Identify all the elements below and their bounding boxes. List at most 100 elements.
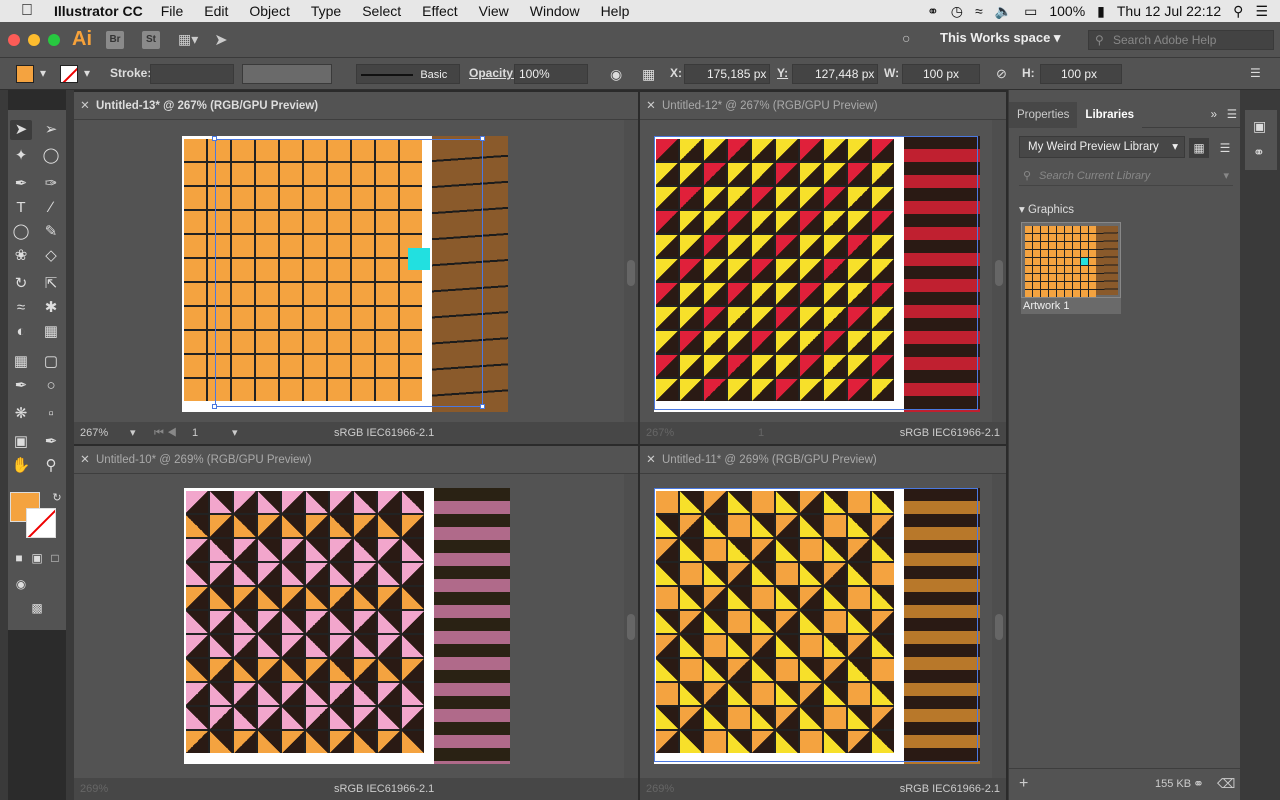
column-graph-tool-icon[interactable]: ▫ [40,404,62,424]
libraries-dock-icon[interactable]: ▣ [1253,118,1266,135]
reference-point-icon[interactable]: ▦ [642,66,655,83]
menu-select[interactable]: Select [362,3,401,19]
stroke-color-box[interactable] [26,508,56,538]
menu-view[interactable]: View [479,3,509,19]
selection-handle[interactable] [212,404,217,409]
perspective-grid-tool-icon[interactable]: ▦ [40,322,62,342]
artboard-number[interactable]: 1 [758,422,764,444]
rotate-tool-icon[interactable]: ↻ [10,274,32,294]
close-tab-icon[interactable]: ✕ [74,92,96,120]
height-field[interactable]: 100 px [1040,64,1122,84]
screen-mode-icon[interactable]: ▩ [26,598,48,618]
selection-handle[interactable] [480,404,485,409]
mesh-tool-icon[interactable]: ▦ [10,352,32,372]
stroke-swatch[interactable] [60,65,78,83]
artboard-nav-icon[interactable]: ⏮ ◀ [154,422,177,444]
constrain-proportions-icon[interactable]: ⊘ [996,66,1007,82]
eraser-tool-icon[interactable]: ◇ [40,246,62,266]
vertical-scrollbar[interactable] [992,474,1006,778]
line-tool-icon[interactable]: ∕ [40,198,62,218]
direct-selection-tool-icon[interactable]: ➢ [40,120,62,140]
slice-tool-icon[interactable]: ✒ [40,432,62,452]
delete-icon[interactable]: ⌫ [1217,776,1235,792]
chevron-down-icon[interactable]: ▾ [1223,166,1229,186]
minimize-window-button[interactable] [28,33,40,46]
menu-type[interactable]: Type [311,3,341,19]
add-content-icon[interactable]: + [1019,775,1028,793]
zoom-tool-icon[interactable]: ⚲ [40,456,62,476]
artwork-thumbnail[interactable] [1021,222,1121,298]
workspace-switcher[interactable]: This Works space ▾ [940,30,1060,46]
canvas-4[interactable] [640,474,992,778]
panel-options-icon[interactable]: ☰ [1227,102,1237,128]
artboard-number[interactable]: 1 [192,422,198,444]
notification-icon[interactable]: ☰ [1255,3,1268,20]
zoom-dropdown-icon[interactable]: ▾ [130,422,136,444]
vertical-scrollbar[interactable] [624,120,638,422]
apple-icon[interactable]:  [0,2,54,20]
close-window-button[interactable] [8,33,20,46]
none-mode-icon[interactable]: □ [44,548,66,568]
spotlight-icon[interactable]: ⚲ [1233,3,1243,20]
vertical-scrollbar[interactable] [624,474,638,778]
help-search-input[interactable]: ⚲ Search Adobe Help [1088,30,1274,50]
grid-view-icon[interactable]: ▦ [1189,138,1209,158]
arrange-documents-icon[interactable]: ▦▾ [178,31,198,48]
recolor-icon[interactable]: ◉ [610,66,622,83]
close-tab-icon[interactable]: ✕ [640,446,662,474]
artboard-dropdown-icon[interactable]: ▾ [232,422,238,444]
artwork-name[interactable]: Artwork 1 [1021,298,1121,314]
menu-window[interactable]: Window [530,3,580,19]
menu-object[interactable]: Object [249,3,289,19]
creative-cloud-icon[interactable]: ⚭ [927,3,939,20]
panel-menu-icon[interactable]: ☰ [1250,66,1261,80]
document-tab-1[interactable]: ✕ Untitled-13* @ 267% (RGB/GPU Preview) [74,92,638,120]
zoom-level[interactable]: 267% [80,422,108,444]
tab-properties[interactable]: Properties [1009,102,1078,128]
paintbrush-tool-icon[interactable]: ✎ [40,222,62,242]
graphics-section-header[interactable]: ▾ Graphics [1019,202,1074,216]
selection-handle[interactable] [212,136,217,141]
lasso-tool-icon[interactable]: ◯ [40,146,62,166]
pen-tool-icon[interactable]: ✒ [10,174,32,194]
menu-effect[interactable]: Effect [422,3,458,19]
variable-width-profile[interactable] [242,64,332,84]
shaper-tool-icon[interactable]: ❀ [10,246,32,266]
hand-tool-icon[interactable]: ✋ [10,456,32,476]
fill-dropdown-icon[interactable]: ▾ [40,66,46,80]
shape-builder-tool-icon[interactable]: ◐ [10,322,32,342]
gradient-tool-icon[interactable]: ▢ [40,352,62,372]
menu-edit[interactable]: Edit [204,3,228,19]
battery-icon[interactable]: ▮ [1097,3,1105,20]
gpu-performance-icon[interactable]: ➤ [214,30,227,50]
puppet-warp-tool-icon[interactable]: ✱ [40,298,62,318]
time-machine-icon[interactable]: ◷ [951,3,963,20]
menu-help[interactable]: Help [601,3,630,19]
draw-mode-icon[interactable]: ◉ [10,574,32,594]
airplay-icon[interactable]: ▭ [1024,3,1037,20]
swap-fill-stroke-icon[interactable]: ↻ [46,488,68,508]
zoom-level[interactable]: 269% [80,778,108,800]
sync-status-icon[interactable]: ⚭ [1193,776,1204,792]
selection-tool-icon[interactable]: ➤ [10,120,32,140]
type-tool-icon[interactable]: T [10,198,32,218]
fill-swatch[interactable] [16,65,34,83]
app-menu[interactable]: Illustrator CC [54,3,143,19]
blend-tool-icon[interactable]: ○ [40,376,62,396]
vertical-scrollbar[interactable] [992,120,1006,422]
selection-handle[interactable] [480,136,485,141]
magic-wand-tool-icon[interactable]: ✦ [10,146,32,166]
library-search-input[interactable]: ⚲ Search Current Library ▾ [1019,166,1233,186]
x-position-field[interactable]: 175,185 px [684,64,770,84]
clock[interactable]: Thu 12 Jul 22:12 [1117,3,1221,19]
zoom-level[interactable]: 269% [646,778,674,800]
document-tab-3[interactable]: ✕ Untitled-10* @ 269% (RGB/GPU Preview) [74,446,638,474]
creative-cloud-libraries-icon[interactable]: ⚭ [1253,144,1265,161]
zoom-window-button[interactable] [48,33,60,46]
collapse-panel-icon[interactable]: » [1211,102,1217,128]
zoom-level[interactable]: 267% [646,422,674,444]
canvas-3[interactable] [74,474,624,778]
artboard-tool-icon[interactable]: ▣ [10,432,32,452]
cyan-selected-cell[interactable] [408,248,430,270]
scale-tool-icon[interactable]: ⇱ [40,274,62,294]
